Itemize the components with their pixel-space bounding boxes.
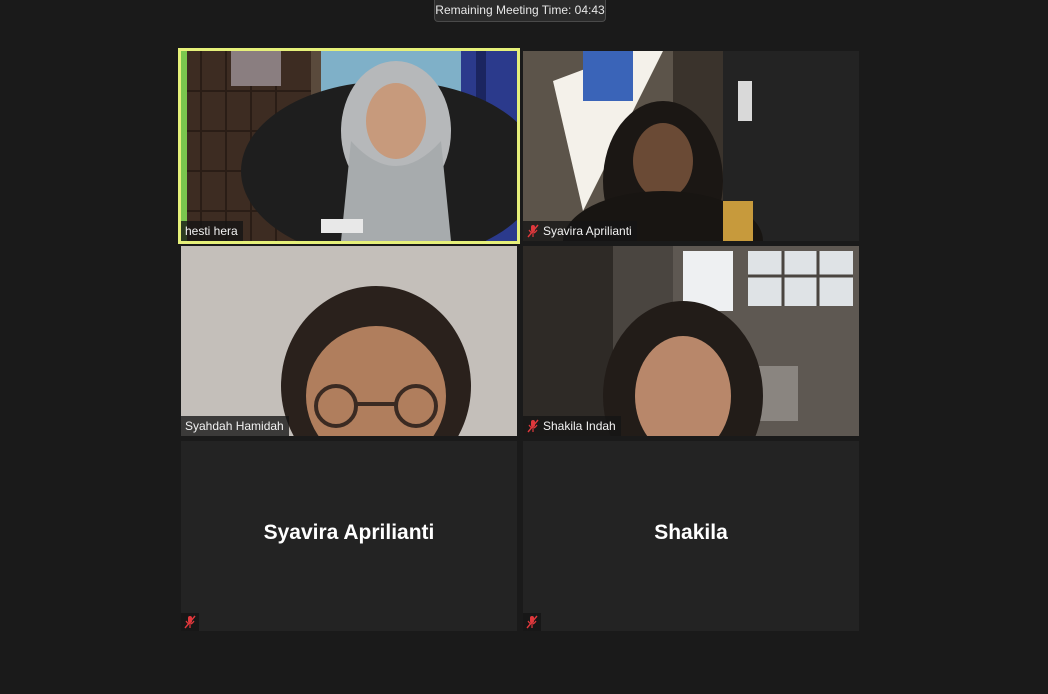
mic-muted-icon [527,419,539,433]
mic-muted-icon [181,613,199,631]
participant-name-tag: hesti hera [181,221,243,241]
video-tile-hesti-hera[interactable]: hesti hera [178,48,520,244]
mic-muted-icon [523,613,541,631]
participant-display-name: Syavira Aprilianti [263,521,435,544]
participant-video [523,51,859,241]
participant-display-name: Shakila [654,521,728,544]
participant-name: hesti hera [185,224,238,238]
participant-name-tag: Shakila Indah [523,416,621,436]
video-tile-syavira-aprilianti[interactable]: Syavira Aprilianti [523,51,859,241]
participant-video [523,246,859,436]
participant-video [181,246,517,436]
participant-name-tag: Syahdah Hamidah [181,416,289,436]
video-tile-syavira-aprilianti-off[interactable]: Syavira Aprilianti [181,441,517,631]
participant-video [181,51,517,241]
participant-name: Shakila Indah [543,419,616,433]
participant-name: Syahdah Hamidah [185,419,284,433]
video-tile-syahdah-hamidah[interactable]: Syahdah Hamidah [181,246,517,436]
remaining-time-badge: Remaining Meeting Time: 04:43 [434,0,606,22]
video-tile-shakila-indah[interactable]: Shakila Indah [523,246,859,436]
meeting-window: Remaining Meeting Time: 04:43 hesti hera… [0,0,1048,694]
mic-muted-icon [527,224,539,238]
participant-name-tag: Syavira Aprilianti [523,221,637,241]
participant-name: Syavira Aprilianti [543,224,632,238]
video-tile-shakila-off[interactable]: Shakila [523,441,859,631]
